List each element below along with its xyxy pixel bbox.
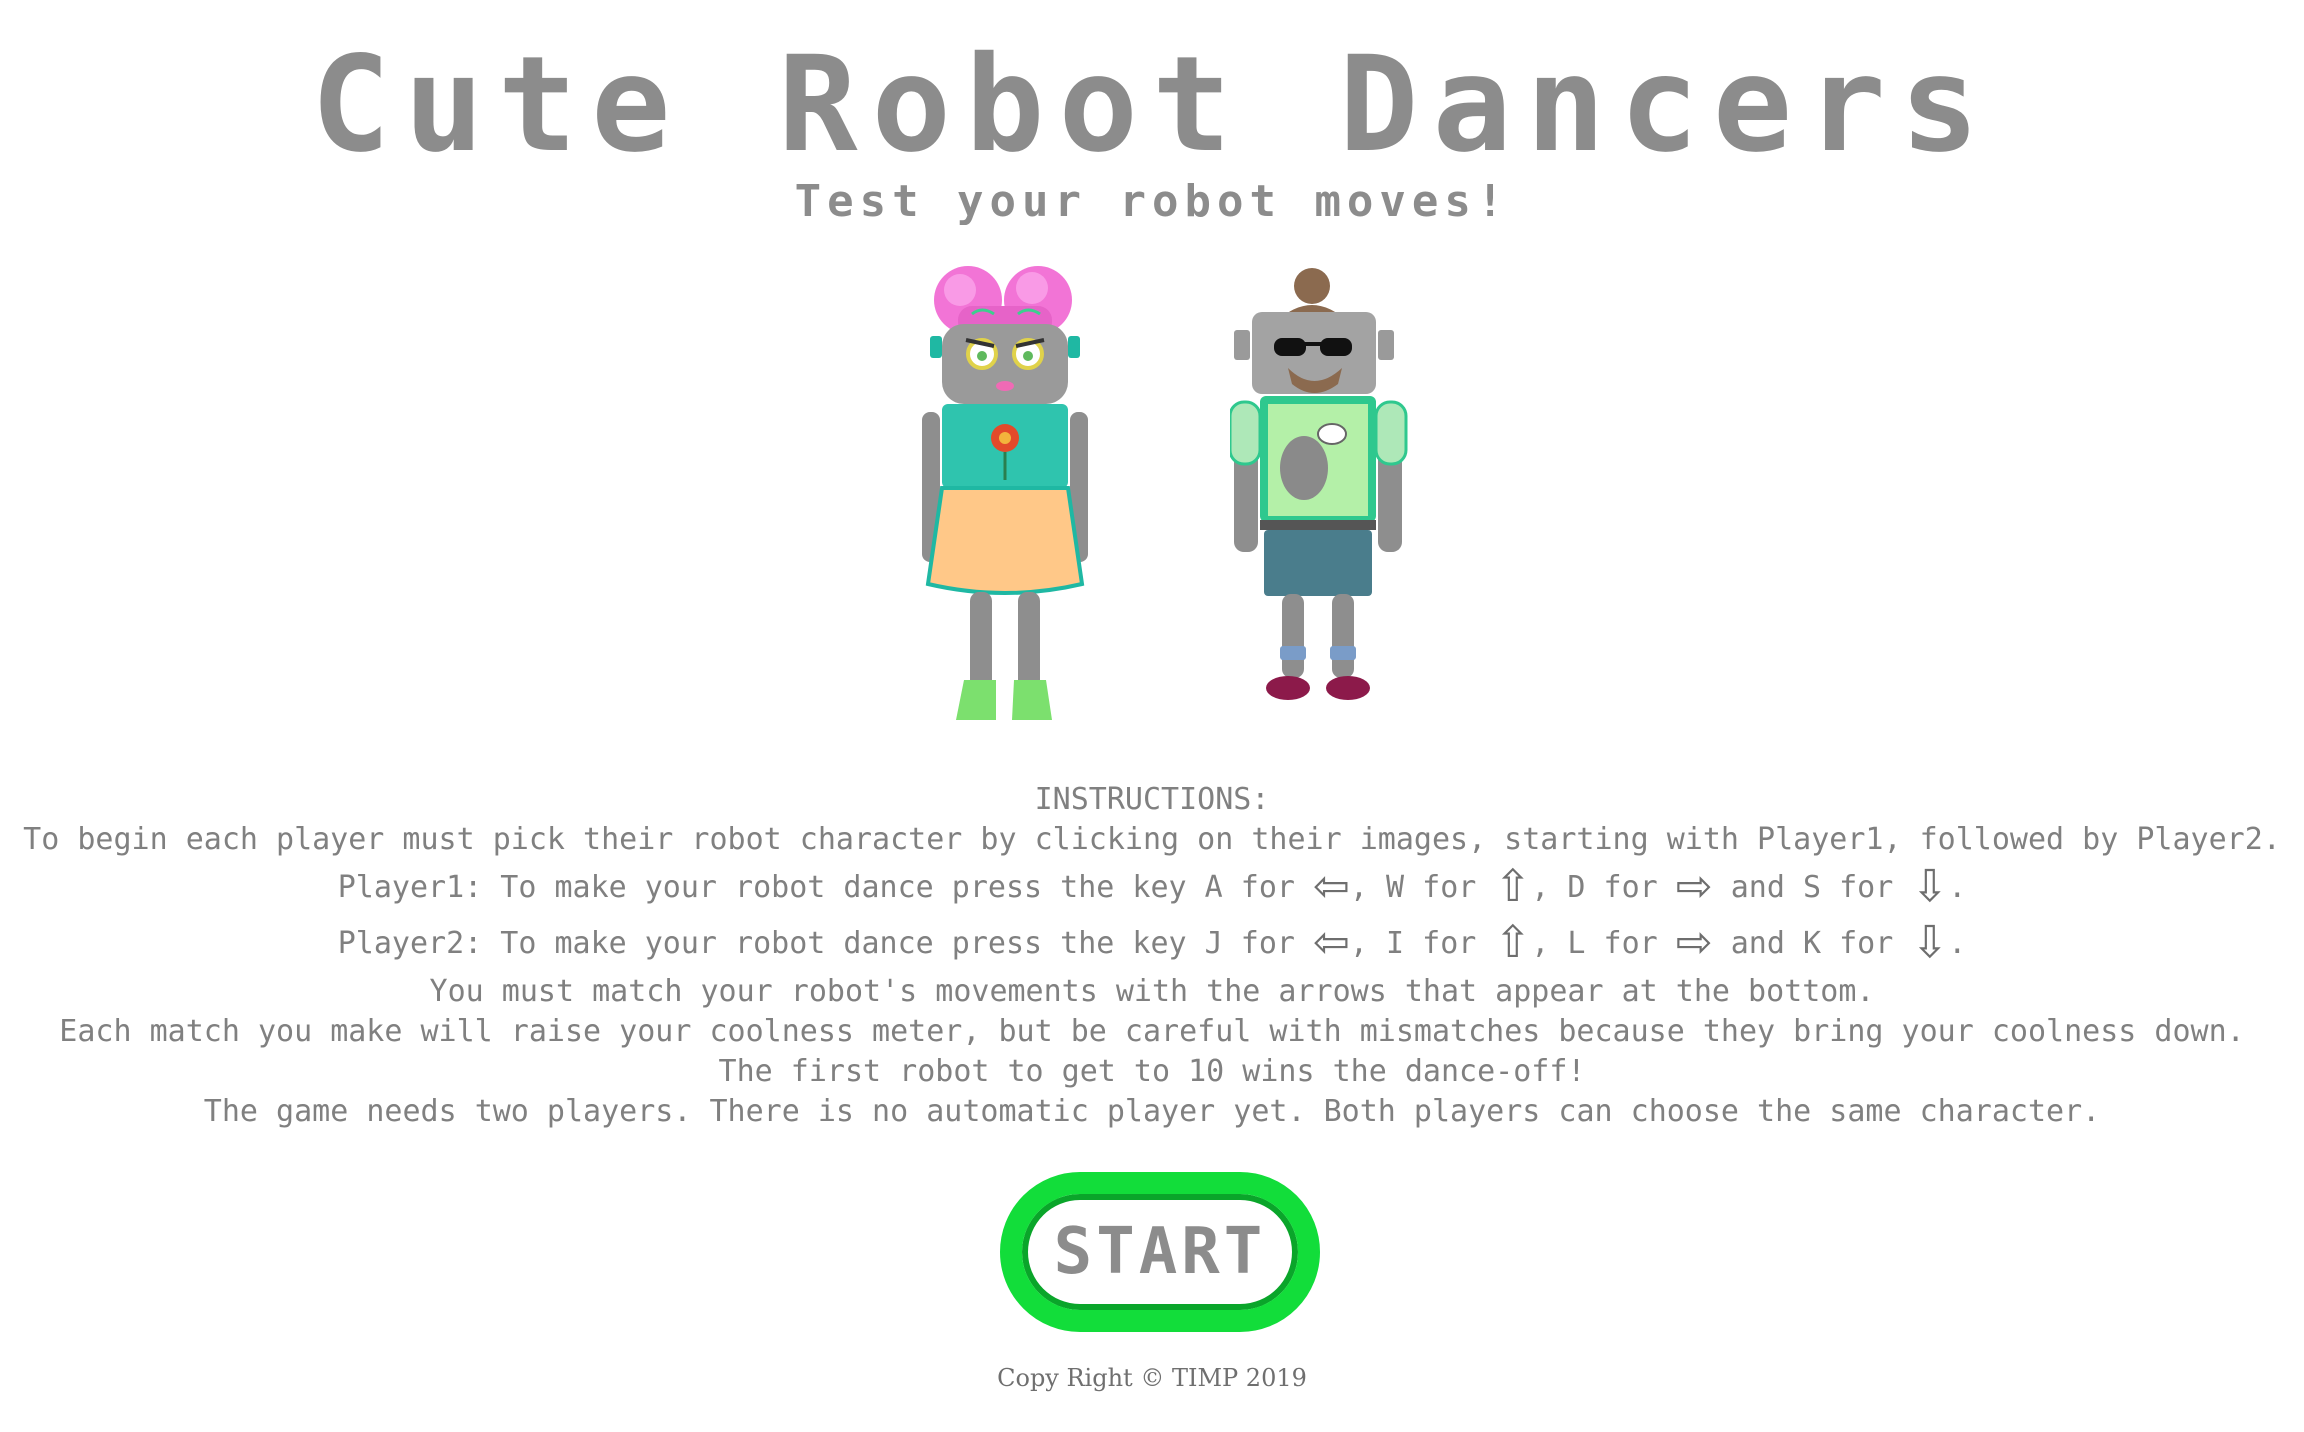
player2-end: . <box>1948 926 1967 961</box>
robot-legs <box>970 592 1040 692</box>
robot-socks <box>1280 646 1356 660</box>
robot-girl-character[interactable] <box>920 262 1090 732</box>
robot-boots <box>956 680 1052 720</box>
page-subtitle: Test your robot moves! <box>794 176 1510 227</box>
arrow-down-icon: ⇩ <box>1911 861 1949 912</box>
robot-legs <box>1282 594 1354 678</box>
player1-prefix: Player1: To make your robot dance press … <box>337 870 1314 905</box>
player1-right-text: , D for <box>1531 870 1676 905</box>
player1-down-text: and S for <box>1712 870 1912 905</box>
instructions-win-condition: The first robot to get to 10 wins the da… <box>718 1054 1586 1089</box>
instructions-pick-character: To begin each player must pick their rob… <box>23 822 2281 857</box>
robot-torso <box>1260 396 1376 522</box>
player1-up-text: , W for <box>1349 870 1495 905</box>
robot-head <box>1234 312 1394 394</box>
start-button-label: START <box>1053 1215 1267 1289</box>
instructions-player1-keys: Player1: To make your robot dance press … <box>0 860 2304 916</box>
arrow-left-icon: ⇦ <box>1313 917 1350 968</box>
player2-up-text: , I for <box>1349 926 1495 961</box>
instructions-players-note: The game needs two players. There is no … <box>203 1094 2101 1129</box>
player1-end: . <box>1948 870 1967 905</box>
copyright-footer: Copy Right © TIMP 2019 <box>997 1364 1307 1392</box>
robot-torso <box>942 404 1068 488</box>
robot-belt <box>1260 520 1376 530</box>
arrow-down-icon: ⇩ <box>1911 917 1949 968</box>
arrow-left-icon: ⇦ <box>1313 861 1350 912</box>
instructions-match: You must match your robot's movements wi… <box>429 974 1875 1009</box>
player2-down-text: and K for <box>1712 926 1912 961</box>
player2-prefix: Player2: To make your robot dance press … <box>337 926 1314 961</box>
robot-head <box>930 324 1080 404</box>
instructions-block: INSTRUCTIONS: To begin each player must … <box>0 780 2304 1132</box>
instructions-coolness-meter: Each match you make will raise your cool… <box>59 1014 2245 1049</box>
start-button[interactable]: START <box>1000 1172 1320 1332</box>
robot-boy-character[interactable] <box>1230 268 1410 708</box>
robot-shorts <box>1264 530 1372 596</box>
instructions-player2-keys: Player2: To make your robot dance press … <box>0 916 2304 972</box>
page-title: Cute Robot Dancers <box>310 28 1994 182</box>
player2-right-text: , L for <box>1531 926 1676 961</box>
robot-skirt <box>925 486 1085 595</box>
instructions-heading: INSTRUCTIONS: <box>1034 782 1270 817</box>
arrow-right-icon: ⇨ <box>1675 861 1713 912</box>
arrow-up-icon: ⇧ <box>1494 861 1532 912</box>
arrow-right-icon: ⇨ <box>1675 917 1713 968</box>
arrow-up-icon: ⇧ <box>1494 917 1532 968</box>
robot-shoes <box>1266 676 1370 700</box>
